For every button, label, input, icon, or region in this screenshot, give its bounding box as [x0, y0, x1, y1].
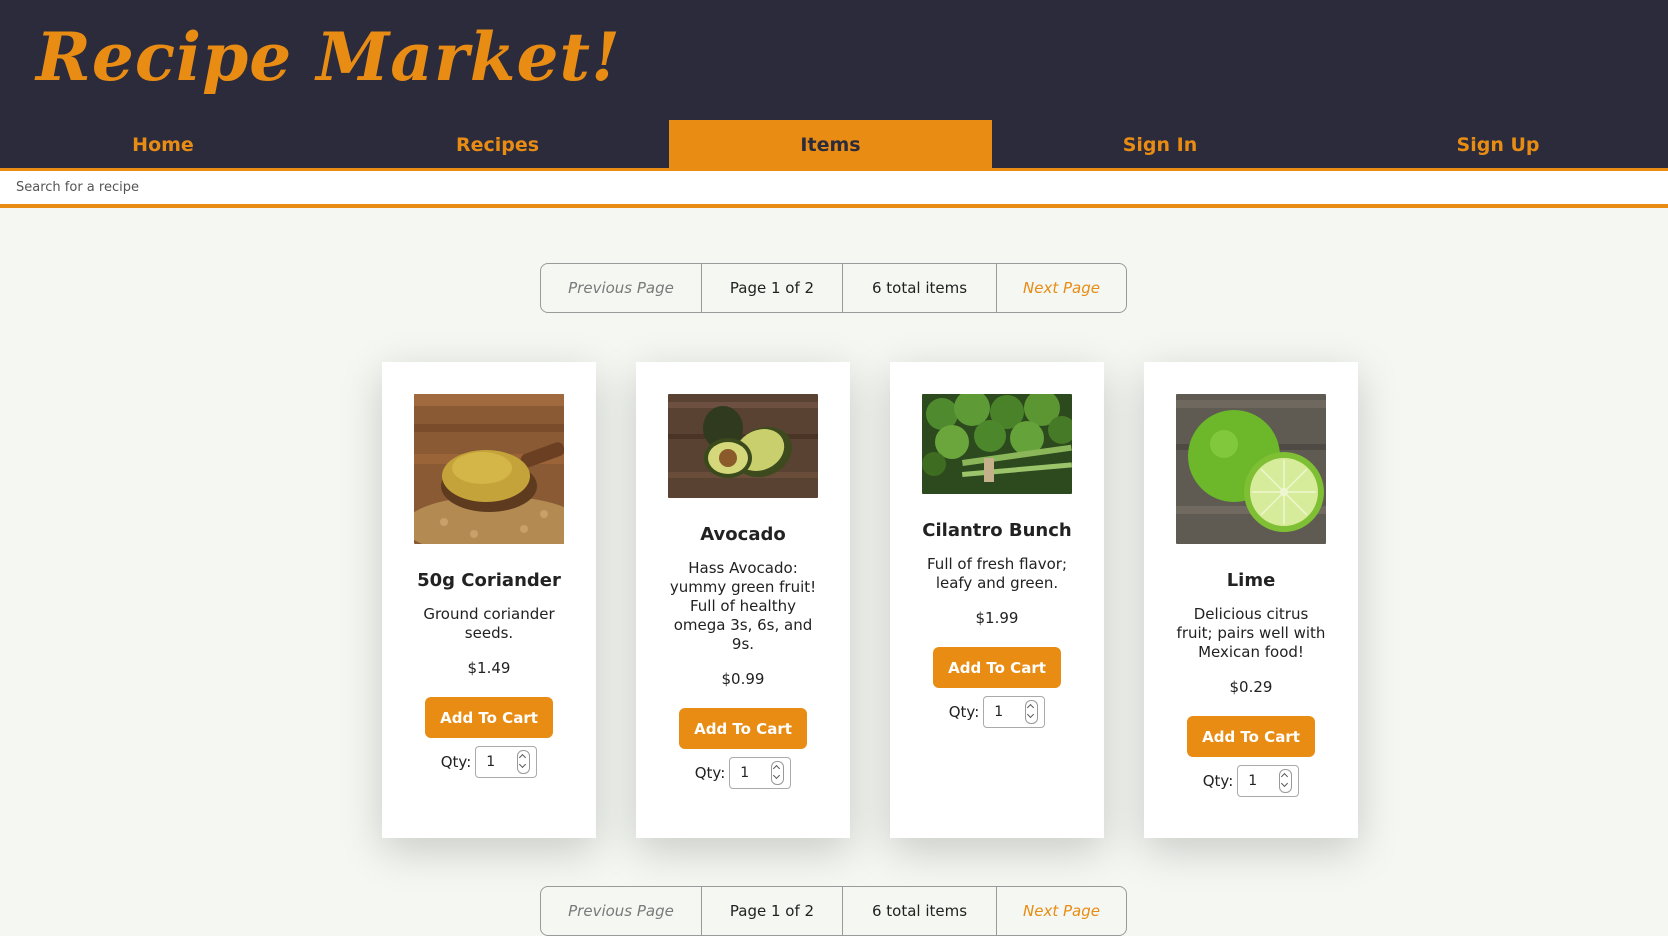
- coriander-image: [414, 394, 564, 544]
- total-items: 6 total items: [843, 887, 997, 935]
- product-description: Full of fresh flavor; leafy and green.: [927, 555, 1067, 592]
- pagination-bottom: Previous Page Page 1 of 2 6 total items …: [540, 886, 1127, 936]
- quantity-stepper[interactable]: 1: [475, 746, 538, 778]
- search-bar: [0, 170, 1668, 208]
- quantity-control: Qty: 1: [695, 757, 792, 789]
- nav-home[interactable]: Home: [0, 120, 326, 169]
- product-price: $1.49: [467, 659, 511, 677]
- avocado-image: [668, 394, 818, 498]
- lime-image: [1176, 394, 1326, 544]
- site-logo[interactable]: Recipe Market!: [36, 18, 621, 96]
- quantity-value: 1: [1248, 773, 1258, 789]
- product-card: 50g Coriander Ground coriander seeds. $1…: [382, 362, 596, 838]
- next-page-button[interactable]: Next Page: [997, 887, 1126, 935]
- qty-label: Qty:: [1202, 772, 1234, 790]
- product-card: Cilantro Bunch Full of fresh flavor; lea…: [890, 362, 1104, 838]
- product-description: Delicious citrus fruit; pairs well with …: [1176, 605, 1326, 661]
- previous-page-button[interactable]: Previous Page: [541, 264, 702, 312]
- quantity-control: Qty: 1: [1203, 765, 1300, 797]
- add-to-cart-button[interactable]: Add To Cart: [933, 647, 1061, 688]
- nav-divider: [0, 168, 1668, 171]
- product-name: 50g Coriander: [417, 570, 561, 591]
- page-indicator: Page 1 of 2: [702, 887, 843, 935]
- qty-label: Qty:: [948, 703, 980, 721]
- product-price: $1.99: [975, 609, 1019, 627]
- total-items: 6 total items: [843, 264, 997, 312]
- next-page-button[interactable]: Next Page: [997, 264, 1126, 312]
- product-price: $0.99: [721, 670, 765, 688]
- quantity-stepper[interactable]: 1: [729, 757, 792, 789]
- product-price: $0.29: [1229, 678, 1273, 696]
- previous-page-button[interactable]: Previous Page: [541, 887, 702, 935]
- cilantro-image: [922, 394, 1072, 494]
- quantity-value: 1: [740, 765, 750, 781]
- add-to-cart-button[interactable]: Add To Cart: [1187, 716, 1315, 757]
- product-name: Avocado: [700, 524, 786, 545]
- add-to-cart-button[interactable]: Add To Cart: [425, 697, 553, 738]
- quantity-value: 1: [486, 754, 496, 770]
- spinner-arrows-icon[interactable]: [517, 750, 531, 774]
- pagination-top: Previous Page Page 1 of 2 6 total items …: [540, 263, 1127, 313]
- nav-recipes[interactable]: Recipes: [326, 120, 669, 169]
- quantity-value: 1: [994, 704, 1004, 720]
- add-to-cart-button[interactable]: Add To Cart: [679, 708, 807, 749]
- main-nav: Home Recipes Items Sign In Sign Up: [0, 120, 1668, 169]
- product-card: Lime Delicious citrus fruit; pairs well …: [1144, 362, 1358, 838]
- spinner-arrows-icon[interactable]: [1025, 700, 1039, 724]
- qty-label: Qty:: [440, 753, 472, 771]
- product-name: Lime: [1226, 570, 1276, 591]
- qty-label: Qty:: [694, 764, 726, 782]
- page-indicator: Page 1 of 2: [702, 264, 843, 312]
- product-card: Avocado Hass Avocado: yummy green fruit!…: [636, 362, 850, 838]
- nav-items[interactable]: Items: [669, 120, 992, 169]
- spinner-arrows-icon[interactable]: [1279, 769, 1293, 793]
- site-header: Recipe Market! Home Recipes Items Sign I…: [0, 0, 1668, 171]
- product-description: Hass Avocado: yummy green fruit! Full of…: [669, 559, 817, 653]
- spinner-arrows-icon[interactable]: [771, 761, 785, 785]
- product-description: Ground coriander seeds.: [423, 605, 555, 642]
- nav-sign-up[interactable]: Sign Up: [1328, 120, 1668, 169]
- quantity-stepper[interactable]: 1: [1237, 765, 1300, 797]
- nav-sign-in[interactable]: Sign In: [992, 120, 1328, 169]
- search-input[interactable]: [0, 170, 1668, 204]
- product-name: Cilantro Bunch: [922, 520, 1072, 541]
- quantity-control: Qty: 1: [441, 746, 538, 778]
- quantity-control: Qty: 1: [949, 696, 1046, 728]
- quantity-stepper[interactable]: 1: [983, 696, 1046, 728]
